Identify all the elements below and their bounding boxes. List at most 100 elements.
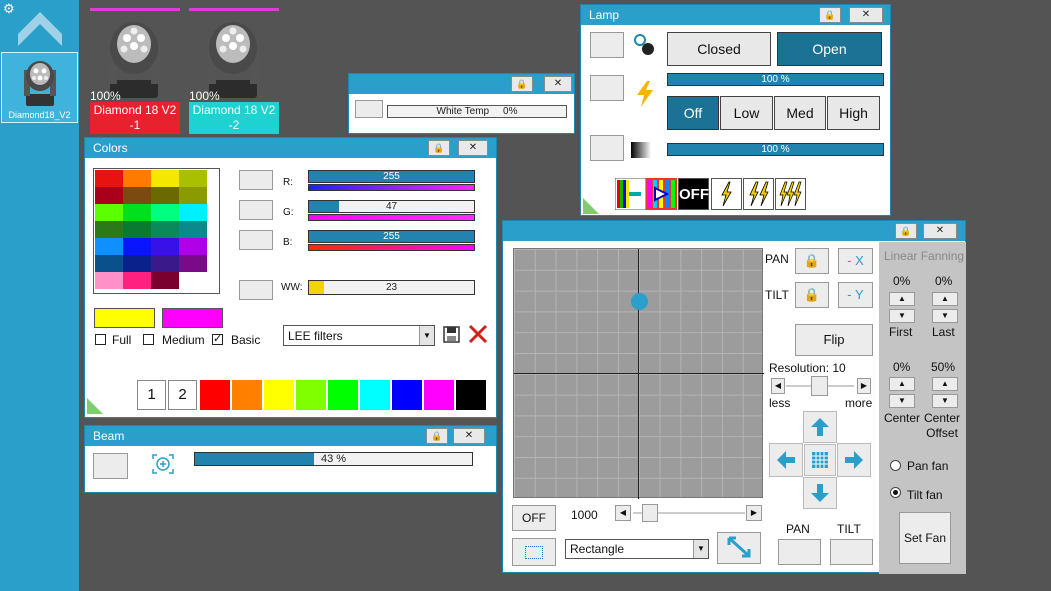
- speed-increase-button[interactable]: ▶: [746, 505, 762, 521]
- basic-checkbox[interactable]: ✓: [212, 334, 223, 345]
- red-reset-button[interactable]: [239, 170, 273, 190]
- lamp-dimmer-button[interactable]: [590, 135, 624, 161]
- palette-swatch[interactable]: [456, 380, 486, 410]
- resolution-decrease-button[interactable]: ◀: [771, 378, 785, 394]
- color-cell[interactable]: [151, 255, 179, 272]
- speed-thumb[interactable]: [642, 504, 658, 522]
- color-swatch-secondary[interactable]: [162, 308, 223, 328]
- pan-lock-button[interactable]: 🔒: [795, 248, 829, 274]
- strobe-fast-icon[interactable]: [775, 178, 806, 210]
- beam-reset-button[interactable]: [93, 453, 128, 479]
- strobe-medium-icon[interactable]: [743, 178, 774, 210]
- invert-x-button[interactable]: - X: [838, 248, 873, 274]
- lamp-dimmer-slider[interactable]: 100 %: [667, 143, 884, 156]
- resolution-increase-button[interactable]: ▶: [857, 378, 871, 394]
- color-cell[interactable]: [179, 187, 207, 204]
- fixture-tile-2[interactable]: 100% Diamond 18 V2 -2: [189, 8, 279, 134]
- color-cell[interactable]: [179, 272, 207, 289]
- green-reset-button[interactable]: [239, 200, 273, 220]
- center-button[interactable]: [804, 444, 836, 476]
- color-cell[interactable]: [95, 272, 123, 289]
- shutter-open-button[interactable]: Open: [777, 32, 882, 66]
- power-off-button[interactable]: Off: [667, 96, 719, 130]
- move-up-button[interactable]: [803, 411, 837, 443]
- palette-swatch[interactable]: [392, 380, 422, 410]
- palette-swatch[interactable]: [328, 380, 358, 410]
- color-cell[interactable]: [123, 187, 151, 204]
- lamp-titlebar[interactable]: Lamp: [581, 5, 890, 25]
- close-button[interactable]: ✕: [849, 7, 883, 23]
- tilt-lock-button[interactable]: 🔒: [795, 282, 829, 308]
- preset-1-button[interactable]: 1: [137, 380, 166, 410]
- fixture-tile-1[interactable]: 100% Diamond 18 V2 -1: [90, 8, 180, 134]
- sidebar-fixture-tile[interactable]: Diamond18_V2: [1, 52, 78, 123]
- color-cell[interactable]: [95, 187, 123, 204]
- settings-icon[interactable]: ⚙: [3, 2, 17, 16]
- color-cell[interactable]: [123, 272, 151, 289]
- medium-checkbox[interactable]: [143, 334, 154, 345]
- palette-swatch[interactable]: [424, 380, 454, 410]
- offset-decrease-button[interactable]: ▼: [932, 394, 958, 408]
- flip-button[interactable]: Flip: [795, 324, 873, 356]
- color-cell[interactable]: [179, 204, 207, 221]
- last-increase-button[interactable]: ▲: [932, 292, 958, 306]
- color-cell[interactable]: [179, 238, 207, 255]
- close-button[interactable]: ✕: [458, 140, 488, 156]
- close-button[interactable]: ✕: [923, 223, 957, 239]
- tilt-fan-radio[interactable]: [890, 487, 901, 498]
- preset-2-button[interactable]: 2: [168, 380, 197, 410]
- red-slider[interactable]: 255: [308, 170, 475, 183]
- full-checkbox[interactable]: [95, 334, 106, 345]
- pan-tilt-grid[interactable]: [513, 248, 764, 499]
- white-temp-slider[interactable]: White Temp 0%: [387, 105, 567, 118]
- ww-slider[interactable]: 23: [308, 280, 475, 295]
- strobe-random-icon[interactable]: [615, 178, 677, 210]
- strobe-off-button[interactable]: OFF: [678, 178, 709, 210]
- lock-button[interactable]: 🔒: [895, 223, 917, 239]
- color-cell[interactable]: [151, 221, 179, 238]
- close-button[interactable]: ✕: [544, 76, 572, 92]
- white-temp-reset-button[interactable]: [355, 100, 383, 118]
- strobe-slow-icon[interactable]: [711, 178, 742, 210]
- set-fan-button[interactable]: Set Fan: [899, 512, 951, 564]
- resize-grip-icon[interactable]: [583, 198, 599, 214]
- color-cell[interactable]: [151, 272, 179, 289]
- pan-fan-radio[interactable]: [890, 460, 901, 471]
- palette-swatch[interactable]: [264, 380, 294, 410]
- color-cell[interactable]: [151, 238, 179, 255]
- first-increase-button[interactable]: ▲: [889, 292, 915, 306]
- shutter-closed-button[interactable]: Closed: [667, 32, 771, 66]
- lock-button[interactable]: 🔒: [511, 76, 533, 92]
- tilt-fine-button[interactable]: [830, 539, 873, 565]
- palette-swatch[interactable]: [232, 380, 262, 410]
- lamp-power-button[interactable]: [590, 75, 624, 101]
- color-cell[interactable]: [151, 204, 179, 221]
- lamp-shutter-button[interactable]: [590, 32, 624, 58]
- color-swatch-primary[interactable]: [94, 308, 155, 328]
- move-left-button[interactable]: [769, 443, 803, 477]
- color-cell[interactable]: [95, 204, 123, 221]
- power-med-button[interactable]: Med: [774, 96, 826, 130]
- white-temp-titlebar[interactable]: [349, 74, 574, 94]
- color-cell[interactable]: [123, 255, 151, 272]
- shape-select-button[interactable]: [512, 538, 556, 566]
- pan-tilt-off-button[interactable]: OFF: [512, 505, 556, 531]
- color-picker-grid[interactable]: [93, 168, 220, 294]
- power-low-button[interactable]: Low: [720, 96, 773, 130]
- filter-select[interactable]: LEE filters ▼: [283, 325, 435, 346]
- color-cell[interactable]: [123, 170, 151, 187]
- center-increase-button[interactable]: ▲: [889, 377, 915, 391]
- green-slider[interactable]: 47: [308, 200, 475, 213]
- lamp-intensity-slider[interactable]: 100 %: [667, 73, 884, 86]
- color-cell[interactable]: [179, 255, 207, 272]
- color-cell[interactable]: [95, 238, 123, 255]
- pan-fine-button[interactable]: [778, 539, 821, 565]
- move-down-button[interactable]: [803, 477, 837, 509]
- color-cell[interactable]: [179, 170, 207, 187]
- first-decrease-button[interactable]: ▼: [889, 309, 915, 323]
- center-decrease-button[interactable]: ▼: [889, 394, 915, 408]
- color-cell[interactable]: [95, 221, 123, 238]
- invert-y-button[interactable]: - Y: [838, 282, 873, 308]
- color-cell[interactable]: [123, 221, 151, 238]
- collapse-up-icon[interactable]: [16, 10, 64, 50]
